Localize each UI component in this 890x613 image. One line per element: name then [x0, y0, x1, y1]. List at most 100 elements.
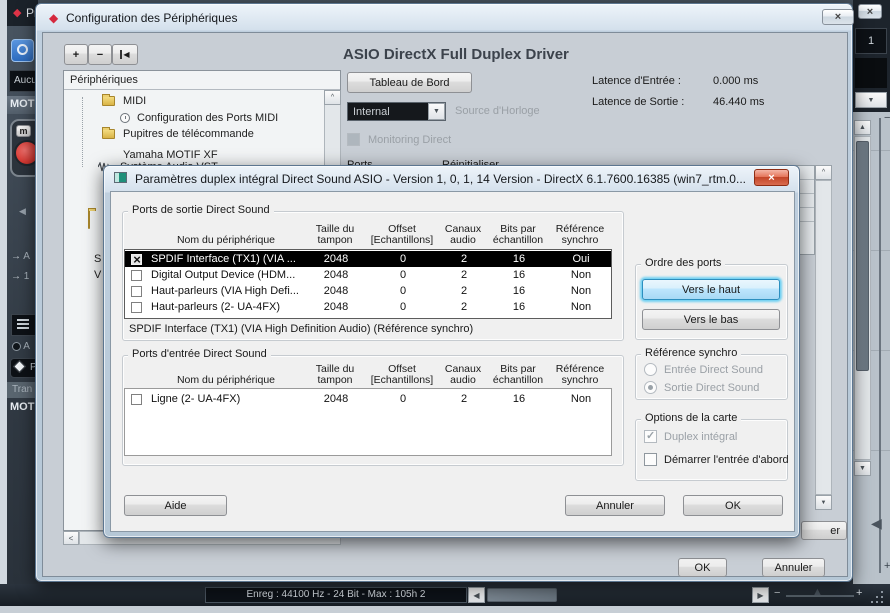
move-up-button[interactable]: Vers le haut	[642, 279, 780, 300]
power-button[interactable]	[11, 39, 34, 62]
resize-grip[interactable]	[872, 590, 884, 602]
tree-item-remote-devices[interactable]: Pupitres de télécommande	[102, 128, 254, 140]
checkbox-icon[interactable]	[644, 430, 657, 443]
hscroll-right-button[interactable]: ▶	[752, 587, 769, 603]
dialog-close-button[interactable]: ×	[754, 169, 789, 186]
hzoom-plus-label[interactable]: +	[856, 587, 862, 599]
col-header-offset: Offset [Echantillons]	[366, 364, 438, 388]
skip-start-icon: ◀	[120, 50, 129, 59]
chevron-down-icon[interactable]: ▼	[428, 103, 445, 120]
track-dropdown-button[interactable]: ▼	[855, 92, 887, 108]
clock-source-select[interactable]: Internal ▼	[347, 102, 446, 121]
input-routing-row[interactable]: → A	[11, 251, 30, 262]
table-row[interactable]: SPDIF Interface (TX1) (VIA ... 2048 0 2 …	[125, 251, 611, 267]
col-header-device-name: Nom du périphérique	[148, 235, 304, 248]
tree-header: Périphériques	[70, 74, 138, 86]
right-panel-top: × 1 ▼	[853, 0, 890, 112]
reset-tree-button[interactable]: ◀	[112, 44, 138, 65]
input-latency-value: 0.000 ms	[713, 75, 758, 87]
dialog-content: Ports de sortie Direct Sound Nom du péri…	[110, 191, 795, 532]
input-latency-label: Latence d'Entrée :	[592, 75, 681, 87]
output-routing-icon: →	[11, 271, 21, 282]
partial-reset-button[interactable]: er	[801, 521, 847, 540]
track-name-label: MOT	[10, 98, 34, 110]
col-header-bits: Bits par échantillon	[488, 224, 548, 248]
device-setup-ok-button[interactable]: OK	[678, 558, 727, 577]
mute-button[interactable]: m	[16, 125, 31, 137]
output-routing-row[interactable]: → 1	[11, 271, 29, 282]
folder-icon	[102, 129, 115, 139]
sync-option-input[interactable]: Entrée Direct Sound	[644, 363, 763, 376]
checkbox-icon[interactable]	[644, 453, 657, 466]
hzoom-minus-label[interactable]: −	[774, 587, 780, 599]
input-routing-label: A	[23, 251, 30, 262]
move-down-button[interactable]: Vers le bas	[642, 309, 780, 330]
direct-monitoring-row[interactable]: Monitoring Direct	[347, 133, 451, 146]
vertical-scroll-up-button[interactable]: ▲	[854, 120, 871, 135]
port-order-group-label: Ordre des ports	[641, 257, 725, 269]
vertical-zoom-slider[interactable]	[879, 118, 881, 573]
device-setup-title: Configuration des Périphériques	[66, 11, 237, 25]
table-row[interactable]: Digital Output Device (HDM... 2048 0 2 1…	[125, 267, 611, 283]
tree-scroll-up-button[interactable]: ^	[324, 90, 341, 105]
row-checkbox[interactable]	[131, 394, 142, 405]
output-ports-list: SPDIF Interface (TX1) (VIA ... 2048 0 2 …	[124, 249, 612, 319]
ports-scroll-up-button[interactable]: ^	[815, 165, 832, 180]
track-black-area	[855, 58, 887, 88]
help-button[interactable]: Aide	[124, 495, 227, 516]
vertical-scrollbar[interactable]	[854, 136, 871, 460]
row-checkbox[interactable]	[131, 270, 142, 281]
zoom-plus-label[interactable]: +	[884, 560, 890, 572]
automation-row[interactable]: A	[12, 341, 30, 352]
col-header-sync-ref: Référence synchro	[548, 224, 612, 248]
hscroll-thumb[interactable]	[487, 588, 557, 602]
tree-item-midi-port-setup[interactable]: Configuration des Ports MIDI	[120, 112, 278, 124]
tree-item-midi[interactable]: MIDI	[102, 95, 146, 107]
col-header-buffer-size: Taille du tampon	[304, 364, 366, 388]
dialog-icon	[114, 172, 127, 183]
col-header-channels: Canaux audio	[438, 364, 488, 388]
hscroll-left-button[interactable]: ◀	[468, 587, 485, 603]
zoom-handle-icon[interactable]: ◀	[871, 515, 882, 532]
output-ports-group-label: Ports de sortie Direct Sound	[128, 204, 274, 216]
radio-icon[interactable]	[644, 363, 657, 376]
zoom-minus-label[interactable]: −	[884, 112, 890, 124]
add-device-button[interactable]: +	[64, 44, 88, 65]
col-header-device-name: Nom du périphérique	[148, 375, 304, 388]
directsound-dialog: Paramètres duplex intégral Direct Sound …	[103, 165, 800, 538]
vertical-scroll-thumb[interactable]	[856, 141, 869, 371]
remove-device-button[interactable]: −	[88, 44, 112, 65]
sync-option-output[interactable]: Sortie Direct Sound	[644, 381, 759, 394]
radio-icon[interactable]	[644, 381, 657, 394]
row-checkbox[interactable]	[131, 302, 142, 313]
project-close-button[interactable]: ×	[858, 4, 882, 19]
driver-title: ASIO DirectX Full Duplex Driver	[343, 46, 569, 63]
cubase-left-panel: ◆ Pr Aucu MOT m ◀ → A → 1 A	[7, 0, 38, 586]
automation-label: A	[23, 341, 30, 352]
card-options-group-label: Options de la carte	[641, 412, 741, 424]
tree-scroll-left-button[interactable]: <	[63, 531, 79, 545]
row-checkbox[interactable]	[131, 254, 142, 265]
cubase-logo-icon: ◆	[13, 6, 21, 19]
tree-item-partial[interactable]: V	[94, 269, 101, 281]
vertical-scroll-down-button[interactable]: ▼	[854, 461, 871, 476]
ports-scroll-down-button[interactable]: ▼	[815, 495, 832, 510]
hzoom-handle-icon[interactable]: ▲	[812, 586, 823, 598]
dialog-ok-button[interactable]: OK	[683, 495, 783, 516]
table-row[interactable]: Ligne (2- UA-4FX) 2048 0 2 16 Non	[125, 391, 611, 407]
tree-item-partial[interactable]: S	[94, 253, 101, 265]
table-row[interactable]: Haut-parleurs (2- UA-4FX) 2048 0 2 16 No…	[125, 299, 611, 315]
row-checkbox[interactable]	[131, 286, 142, 297]
device-setup-cancel-button[interactable]: Annuler	[762, 558, 825, 577]
device-setup-close-button[interactable]: ×	[822, 9, 854, 25]
start-input-first-option[interactable]: Démarrer l'entrée d'abord	[644, 453, 789, 466]
direct-monitoring-checkbox[interactable]	[347, 133, 360, 146]
table-row[interactable]: Haut-parleurs (VIA High Defi... 2048 0 2…	[125, 283, 611, 299]
ports-vertical-scrollbar[interactable]	[815, 180, 832, 495]
col-header-bits: Bits par échantillon	[488, 364, 548, 388]
cubase-right-panel: × 1 ▼ ▲ ▼ − ◀ +	[853, 0, 890, 586]
dialog-cancel-button[interactable]: Annuler	[565, 495, 665, 516]
control-panel-button[interactable]: Tableau de Bord	[347, 72, 472, 93]
output-latency-label: Latence de Sortie :	[592, 96, 684, 108]
full-duplex-option[interactable]: Duplex intégral	[644, 430, 737, 443]
